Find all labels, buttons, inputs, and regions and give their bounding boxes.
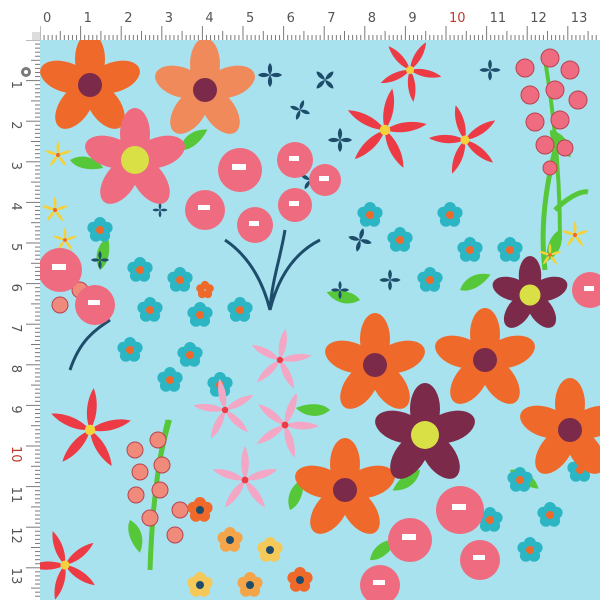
top-ruler-label: 2 <box>124 11 132 26</box>
top-ruler-label: 9 <box>408 11 416 26</box>
top-ruler-label: 5 <box>246 11 254 26</box>
fabric-swatch-viewer: 0 1 2 3 4 5 6 7 8 9 10 11 12 13 1 2 3 4 5 6 7 8 9 10 11 12 13 <box>0 0 600 600</box>
left-ruler-label: 4 <box>8 202 23 210</box>
top-ruler: 0 1 2 3 4 5 6 7 8 9 10 11 12 13 <box>40 0 600 40</box>
left-ruler-label: 6 <box>8 284 23 292</box>
pin-icon <box>21 67 31 77</box>
top-ruler-label: 6 <box>287 11 295 26</box>
top-ruler-label: 0 <box>43 11 51 26</box>
top-ruler-label: 1 <box>84 11 92 26</box>
left-ruler-label: 2 <box>8 121 23 129</box>
top-ruler-label: 8 <box>368 11 376 26</box>
top-ruler-label: 4 <box>205 11 213 26</box>
left-ruler-label: 12 <box>8 527 23 544</box>
left-ruler-label: 10 <box>8 446 23 463</box>
left-ruler-label: 7 <box>8 324 23 332</box>
top-ruler-label: 13 <box>571 11 588 26</box>
top-ruler-label: 3 <box>165 11 173 26</box>
left-ruler-label: 5 <box>8 243 23 251</box>
top-ruler-label: 11 <box>490 11 507 26</box>
left-ruler-label: 1 <box>8 81 23 89</box>
left-ruler-label: 9 <box>8 405 23 413</box>
floral-fabric-pattern <box>40 40 600 600</box>
top-ruler-label: 12 <box>530 11 547 26</box>
left-ruler-label: 8 <box>8 365 23 373</box>
ruler-corner <box>0 0 40 40</box>
left-ruler-label: 3 <box>8 162 23 170</box>
left-ruler-label: 11 <box>8 487 23 504</box>
top-ruler-label: 7 <box>327 11 335 26</box>
left-ruler-label: 13 <box>8 568 23 585</box>
left-ruler: 12345678910111213 <box>0 40 40 600</box>
top-ruler-label: 10 <box>449 11 466 26</box>
